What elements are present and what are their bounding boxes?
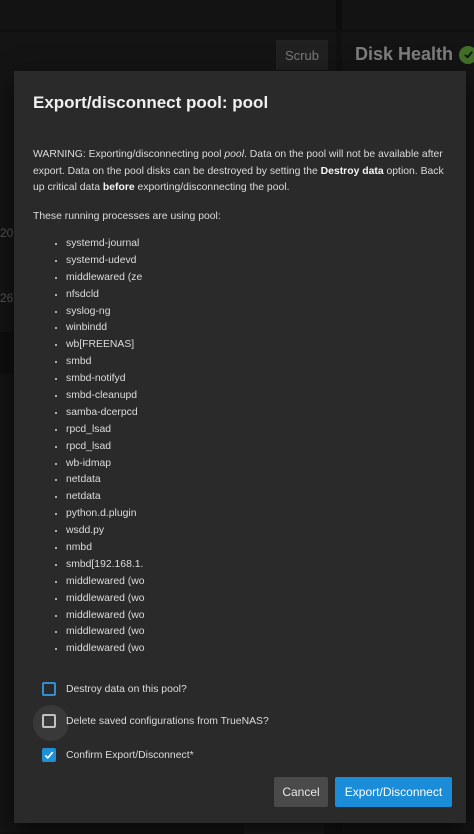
process-list-item: netdata xyxy=(66,472,145,489)
process-list-item: netdata xyxy=(66,489,145,506)
delete-config-row[interactable]: Delete saved configurations from TrueNAS… xyxy=(33,705,269,741)
before-label: before xyxy=(102,182,135,193)
process-list-item: wb[FREENAS] xyxy=(66,337,145,354)
process-list-item: middlewared (wo xyxy=(66,608,145,625)
confirm-checkbox-label: Confirm Export/Disconnect* xyxy=(66,749,194,761)
process-list-item: nmbd xyxy=(66,540,145,557)
delete-config-checkbox[interactable] xyxy=(33,705,69,741)
process-list-item: middlewared (wo xyxy=(66,641,145,658)
export-disconnect-dialog: Export/disconnect pool: pool WARNING: Ex… xyxy=(14,71,466,823)
process-list-item: middlewared (ze xyxy=(66,270,145,287)
export-disconnect-button[interactable]: Export/Disconnect xyxy=(335,777,452,807)
process-list-item: samba-dcerpcd xyxy=(66,405,145,422)
process-list-item: systemd-journal xyxy=(66,236,145,253)
process-list-item: smbd-cleanupd xyxy=(66,388,145,405)
process-list-item: wb-idmap xyxy=(66,456,145,473)
confirm-row[interactable]: Confirm Export/Disconnect* xyxy=(42,748,194,762)
process-list-item: smbd-notifyd xyxy=(66,371,145,388)
destroy-data-checkbox[interactable] xyxy=(42,682,56,696)
delete-config-checkbox-label: Delete saved configurations from TrueNAS… xyxy=(66,715,269,727)
destroy-data-checkbox-label: Destroy data on this pool? xyxy=(66,683,187,695)
process-list-item: rpcd_lsad xyxy=(66,422,145,439)
process-list-item: wsdd.py xyxy=(66,523,145,540)
process-list-item: smbd xyxy=(66,354,145,371)
process-list-item: middlewared (wo xyxy=(66,591,145,608)
process-list-item: nfsdcld xyxy=(66,287,145,304)
process-list-item: smbd[192.168.1. xyxy=(66,557,145,574)
process-list-item: systemd-udevd xyxy=(66,253,145,270)
confirm-checkbox[interactable] xyxy=(42,748,56,762)
process-list-item: middlewared (wo xyxy=(66,624,145,641)
process-list: systemd-journalsystemd-udevdmiddlewared … xyxy=(54,236,145,658)
processes-intro: These running processes are using pool: xyxy=(33,211,221,222)
process-list-item: middlewared (wo xyxy=(66,574,145,591)
cancel-button[interactable]: Cancel xyxy=(274,777,328,807)
process-list-item: rpcd_lsad xyxy=(66,439,145,456)
focus-halo xyxy=(33,705,69,741)
process-list-item: python.d.plugin xyxy=(66,506,145,523)
pool-name: pool xyxy=(224,149,245,160)
checkmark-icon xyxy=(44,751,54,760)
process-list-item: winbindd xyxy=(66,320,145,337)
destroy-data-row[interactable]: Destroy data on this pool? xyxy=(42,682,187,696)
warning-text: WARNING: Exporting/disconnecting pool po… xyxy=(33,149,444,193)
destroy-data-label: Destroy data xyxy=(320,165,384,177)
process-list-item: syslog-ng xyxy=(66,304,145,321)
dialog-title: Export/disconnect pool: pool xyxy=(33,93,269,112)
